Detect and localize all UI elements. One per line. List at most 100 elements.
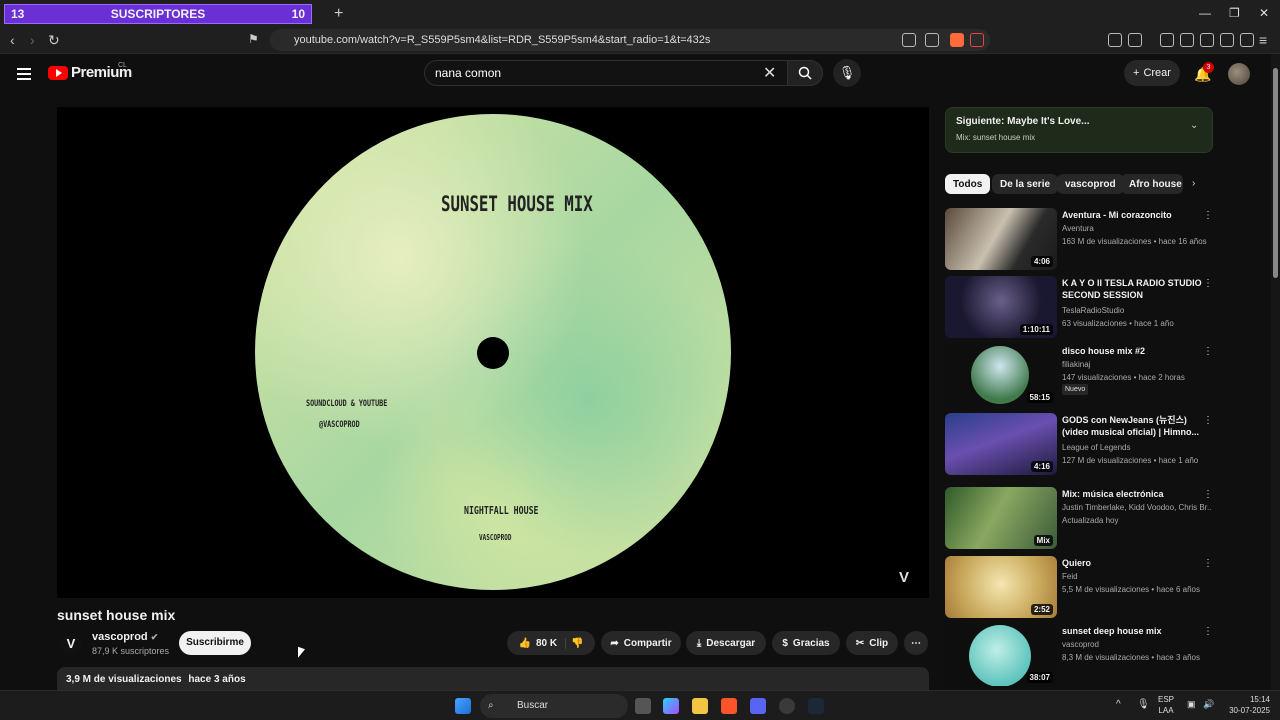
video-title: sunset house mix (57, 607, 176, 623)
minimize-icon[interactable]: — (1199, 6, 1211, 20)
copilot-icon[interactable] (663, 698, 679, 714)
video-thumbnail[interactable]: 1:10:11 (945, 276, 1057, 338)
language-indicator[interactable]: ESP LAA (1158, 694, 1174, 716)
chevron-right-icon[interactable]: › (1192, 178, 1195, 189)
task-view-icon[interactable] (635, 698, 651, 714)
channel-watermark[interactable]: V (899, 569, 909, 586)
chip-todos[interactable]: Todos (945, 174, 991, 194)
chevron-down-icon[interactable]: ⌄ (1190, 120, 1198, 131)
download-button[interactable]: ⤓ Descargar (686, 631, 766, 655)
page-scrollbar[interactable] (1271, 54, 1280, 690)
youtube-logo-icon[interactable] (48, 66, 68, 80)
video-player[interactable]: SUNSET HOUSE MIX SOUNDCLOUD & YOUTUBE @V… (57, 107, 929, 598)
chip-afro-house[interactable]: Afro house (1121, 174, 1183, 194)
subscribe-button[interactable]: Suscribirme (179, 631, 251, 655)
user-avatar[interactable] (1228, 63, 1250, 85)
more-options-icon[interactable]: ⋮ (1203, 278, 1213, 289)
windows-start-icon[interactable] (455, 698, 471, 714)
vpn-icon[interactable] (1240, 33, 1254, 47)
recommended-video[interactable]: 58:15 disco house mix #2 filiakinaj 147 … (945, 344, 1215, 408)
chip-vascoprod[interactable]: vascoprod (1057, 174, 1124, 194)
date: 30-07-2025 (1229, 706, 1270, 715)
microphone-icon[interactable]: 🎙 (1137, 699, 1150, 710)
channel-name-text: vascoprod (92, 631, 148, 643)
recommended-video[interactable]: 4:16 GODS con NewJeans (뉴진스) (video musi… (945, 413, 1215, 477)
new-tab-icon[interactable]: + (334, 5, 343, 23)
thumbs-down-icon[interactable]: 👎 (571, 638, 583, 649)
hamburger-menu-icon[interactable] (17, 68, 31, 80)
menu-icon[interactable]: ≡ (1259, 32, 1267, 48)
sidebar-icon[interactable] (1180, 33, 1194, 47)
video-thumbnail[interactable]: 38:07 (945, 624, 1057, 686)
more-options-icon[interactable]: ⋮ (1203, 346, 1213, 357)
file-explorer-icon[interactable] (692, 698, 708, 714)
taskbar-search[interactable]: Buscar (480, 694, 628, 718)
search-button[interactable] (787, 60, 823, 86)
recommended-video[interactable]: 2:52 Quiero Feid 5,5 M de visualizacione… (945, 556, 1215, 620)
keyboard-layout: LAA (1158, 706, 1174, 715)
video-thumbnail[interactable]: 4:06 (945, 208, 1057, 270)
forward-icon[interactable]: › (30, 32, 35, 48)
rec-meta: 147 visualizaciones • hace 2 horas (1062, 373, 1185, 382)
clip-button[interactable]: ✂ Clip (846, 631, 898, 655)
search-input[interactable]: nana comon (424, 60, 788, 86)
bookmark-icon[interactable]: ⚑ (248, 32, 259, 46)
brave-shield-icon[interactable] (950, 33, 964, 47)
share-button[interactable]: ➦ Compartir (601, 631, 681, 655)
brave-browser-icon[interactable] (721, 698, 737, 714)
scrollbar-thumb[interactable] (1273, 68, 1278, 278)
taskbar-clock[interactable]: 15:14 30-07-2025 (1224, 694, 1270, 716)
rec-meta: Actualizada hoy (1062, 516, 1119, 525)
more-options-icon[interactable]: ⋮ (1203, 489, 1213, 500)
screenshot-icon[interactable] (1128, 33, 1142, 47)
video-thumbnail[interactable]: 2:52 (945, 556, 1057, 618)
clear-search-icon[interactable]: ✕ (763, 63, 776, 83)
maximize-icon[interactable]: ❐ (1229, 6, 1240, 20)
chip-de-la-serie[interactable]: De la serie (992, 174, 1059, 194)
recommended-video[interactable]: 4:06 Aventura - Mi corazoncito Aventura … (945, 208, 1215, 272)
video-thumbnail[interactable]: 58:15 (945, 344, 1057, 406)
leo-ai-icon[interactable] (1220, 33, 1234, 47)
extensions-icon[interactable] (1108, 33, 1122, 47)
browser-tab[interactable]: 13 SUSCRIPTORES 10 (4, 4, 312, 24)
like-button[interactable]: 👍 80 K (518, 637, 567, 649)
duration-badge: 38:07 (1026, 672, 1053, 683)
voice-search-icon[interactable]: 🎙 (833, 59, 861, 87)
discord-icon[interactable] (750, 698, 766, 714)
share-icon[interactable] (925, 33, 939, 47)
thanks-button[interactable]: $ Gracias (772, 631, 840, 655)
clip-label: Clip (869, 637, 889, 649)
steam-icon[interactable] (808, 698, 824, 714)
close-icon[interactable]: ✕ (1259, 6, 1269, 20)
recommended-video[interactable]: 1:10:11 K A Y O II TESLA RADIO STUDIO SE… (945, 276, 1215, 340)
more-actions-icon[interactable]: ⋯ (904, 631, 928, 655)
wallet-icon[interactable] (1200, 33, 1214, 47)
cast-icon[interactable] (902, 33, 916, 47)
volume-icon[interactable]: 🔊 (1203, 699, 1214, 710)
video-thumbnail[interactable]: 4:16 (945, 413, 1057, 475)
create-button[interactable]: + Crear (1124, 60, 1180, 86)
channel-avatar[interactable]: V (60, 633, 82, 655)
app-icon[interactable] (779, 698, 795, 714)
rec-title: disco house mix #2 (1062, 346, 1146, 356)
more-options-icon[interactable]: ⋮ (1203, 210, 1213, 221)
channel-name[interactable]: vascoprod ✔ (92, 631, 158, 643)
rec-channel: vascoprod (1062, 640, 1099, 649)
reload-icon[interactable]: ↻ (48, 32, 60, 49)
up-next-card[interactable]: Siguiente: Maybe It's Love... Mix: sunse… (945, 107, 1213, 153)
more-options-icon[interactable]: ⋮ (1203, 558, 1213, 569)
more-options-icon[interactable]: ⋮ (1203, 626, 1213, 637)
video-thumbnail[interactable]: Mix (945, 487, 1057, 549)
more-options-icon[interactable]: ⋮ (1203, 415, 1213, 426)
media-icon[interactable] (1160, 33, 1174, 47)
duration-badge: 2:52 (1030, 604, 1053, 615)
recommended-video[interactable]: Mix Mix: música electrónica Justin Timbe… (945, 487, 1215, 551)
recommended-video[interactable]: 38:07 sunset deep house mix vascoprod 8,… (945, 624, 1215, 688)
tray-chevron-icon[interactable]: ^ (1116, 699, 1121, 710)
rec-title: K A Y O II TESLA RADIO STUDIO SECOND SES… (1062, 278, 1202, 300)
url-field[interactable]: youtube.com/watch?v=R_S559P5sm4&list=RDR… (270, 29, 990, 51)
brave-rewards-icon[interactable] (970, 33, 984, 47)
rec-channel: League of Legends (1062, 443, 1131, 452)
network-icon[interactable]: ▣ (1187, 699, 1196, 710)
back-icon[interactable]: ‹ (10, 32, 15, 48)
